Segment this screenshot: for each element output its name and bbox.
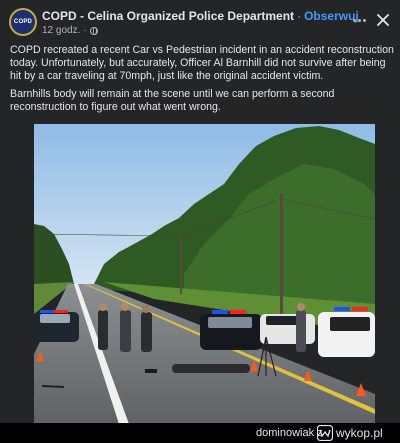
utility-pole	[180, 234, 182, 294]
more-dot-icon	[357, 18, 361, 22]
utility-pole	[280, 194, 283, 314]
post-meta: 12 godz. ·	[42, 25, 98, 36]
facebook-post: COPD COPD - Celina Organized Police Depa…	[0, 0, 400, 443]
body-on-road	[172, 364, 250, 373]
post-photo[interactable]	[34, 124, 375, 424]
police-car-center	[200, 310, 262, 350]
page-name-link[interactable]: COPD - Celina Organized Police Departmen…	[42, 9, 294, 23]
police-car-left	[34, 310, 79, 342]
post-timestamp[interactable]: 12 godz.	[42, 25, 80, 36]
more-dot-icon	[352, 18, 356, 22]
post-paragraph-1: COPD recreated a recent Car vs Pedestria…	[10, 44, 394, 82]
post-header: COPD COPD - Celina Organized Police Depa…	[0, 0, 400, 42]
post-paragraph-2: Barnhills body will remain at the scene …	[10, 88, 335, 113]
page-avatar[interactable]: COPD	[9, 8, 37, 36]
watermark-username-text: dominowiak	[256, 427, 315, 439]
accident-scene-photo	[34, 124, 375, 424]
separator-dot: ·	[297, 9, 302, 23]
globe-icon	[89, 26, 98, 35]
watermark-brand: wykop.pl	[317, 425, 383, 441]
meta-separator: ·	[83, 25, 87, 36]
watermark-bar: dominowiak z wykop.pl	[0, 423, 400, 443]
page-name-line: COPD - Celina Organized Police Departmen…	[42, 9, 359, 23]
wykop-logo-icon	[317, 425, 333, 441]
watermark-brand-text: wykop.pl	[336, 426, 383, 440]
watermark-username: dominowiak z	[256, 427, 323, 439]
debris	[145, 369, 157, 373]
more-options-button[interactable]	[350, 13, 368, 27]
avatar-logo-text: COPD	[13, 19, 33, 25]
post-body: COPD recreated a recent Car vs Pedestria…	[10, 44, 394, 119]
skid-mark	[41, 385, 65, 388]
more-dot-icon	[362, 18, 366, 22]
close-icon[interactable]	[375, 12, 391, 28]
